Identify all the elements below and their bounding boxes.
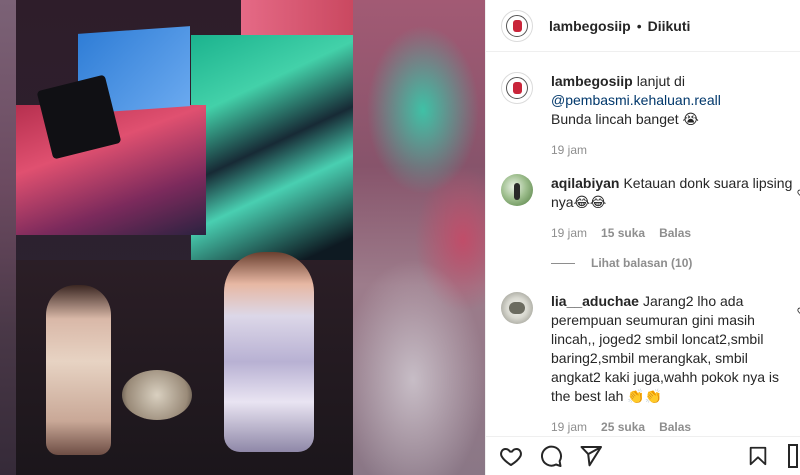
comment-username[interactable]: lia__aduchae (551, 293, 639, 309)
caption-username[interactable]: lambegosiip (551, 73, 633, 89)
comment-likes[interactable]: 15 suka (601, 224, 645, 243)
comment-time[interactable]: 19 jam (551, 418, 587, 435)
video-frame[interactable] (16, 0, 353, 475)
commenter-avatar[interactable] (501, 174, 533, 206)
instagram-post-view: lambegosiip • Diikuti lambegosiip lanjut … (0, 0, 800, 475)
led-screen-top (241, 0, 353, 40)
comment-item: aqilabiyan Ketauan donk suara lipsing nya… (501, 174, 800, 243)
comment-reply-button[interactable]: Balas (659, 224, 691, 243)
comments-list[interactable]: lambegosiip lanjut di @pembasmi.kehaluan.… (486, 52, 800, 435)
post-media[interactable] (0, 0, 485, 475)
media-blur-right (353, 0, 485, 475)
drum-kit (122, 370, 192, 420)
view-replies-button[interactable]: Lihat balasan (10) (551, 256, 692, 270)
led-screen-right (191, 35, 353, 285)
avatar-figure (509, 302, 525, 314)
caption-text-before: lanjut di (636, 73, 685, 89)
comment-time[interactable]: 19 jam (551, 224, 587, 243)
caption-text-after: Bunda lincah banget 😭 (551, 111, 699, 127)
author-avatar[interactable] (501, 9, 533, 42)
comment-meta: 19 jam 25 suka Balas (551, 418, 795, 435)
post-actions (486, 436, 800, 475)
follow-status-button[interactable]: Diikuti (648, 18, 691, 34)
avatar-figure (514, 183, 520, 200)
caption-time[interactable]: 19 jam (551, 141, 587, 160)
view-replies-label: Lihat balasan (10) (591, 256, 693, 270)
comment-text: Jarang2 lho ada perempuan seumuran gini … (551, 293, 780, 404)
bookmark-icon[interactable] (745, 443, 771, 469)
caption: lambegosiip lanjut di @pembasmi.kehaluan.… (501, 72, 800, 160)
avatar-logo-mark (513, 82, 522, 94)
comment-likes[interactable]: 25 suka (601, 418, 645, 435)
caption-avatar[interactable] (501, 72, 533, 104)
post-header: lambegosiip • Diikuti (486, 0, 800, 52)
caption-mention-link[interactable]: @pembasmi.kehaluan.reall (551, 92, 721, 108)
share-icon[interactable] (578, 443, 604, 469)
comment-username[interactable]: aqilabiyan (551, 175, 619, 191)
author-username[interactable]: lambegosiip (549, 18, 631, 34)
comment-meta: 19 jam 15 suka Balas (551, 224, 795, 243)
comment-reply-button[interactable]: Balas (659, 418, 691, 435)
comment-body: aqilabiyan Ketauan donk suara lipsing nya… (551, 174, 795, 243)
view-replies-line (551, 262, 575, 264)
commenter-avatar[interactable] (501, 292, 533, 324)
more-options-icon[interactable] (787, 443, 799, 469)
performer-left (46, 285, 111, 455)
media-blur-left (0, 0, 16, 475)
header-separator: • (636, 17, 642, 34)
caption-body: lambegosiip lanjut di @pembasmi.kehaluan.… (551, 72, 795, 160)
comment-icon[interactable] (538, 443, 564, 469)
avatar-logo-mark (513, 19, 522, 32)
caption-meta: 19 jam (551, 141, 795, 160)
heart-icon[interactable] (498, 443, 524, 469)
performer-right (224, 252, 314, 452)
comments-panel: lambegosiip • Diikuti lambegosiip lanjut … (485, 0, 800, 475)
comment-body: lia__aduchae Jarang2 lho ada perempuan se… (551, 292, 795, 435)
comment-item: lia__aduchae Jarang2 lho ada perempuan se… (501, 292, 800, 435)
